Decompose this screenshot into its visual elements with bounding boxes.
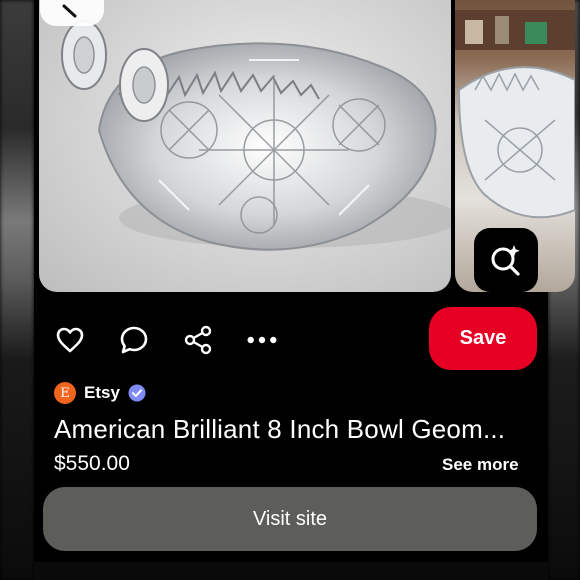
pin-actions <box>54 322 310 358</box>
comment-button[interactable] <box>118 324 150 356</box>
pin-detail: Save E Etsy American Brilliant 8 Inch Bo… <box>34 0 575 580</box>
like-button[interactable] <box>54 324 86 356</box>
bottom-divider <box>34 562 548 580</box>
pin-title: American Brilliant 8 Inch Bowl Geom... <box>54 414 506 444</box>
lens-search-icon <box>491 245 520 276</box>
left-blurred-backdrop <box>0 0 34 580</box>
more-icon <box>247 336 277 344</box>
pin-source[interactable]: E Etsy <box>54 382 146 404</box>
save-button[interactable]: Save <box>429 307 537 370</box>
share-button[interactable] <box>182 324 214 356</box>
crystal-bowl-image <box>61 20 451 251</box>
share-icon <box>184 325 212 355</box>
etsy-logo-icon: E <box>54 382 76 404</box>
visit-site-button[interactable]: Visit site <box>43 487 537 551</box>
visual-search-button[interactable] <box>474 228 538 292</box>
back-button[interactable] <box>40 0 104 26</box>
more-options-button[interactable] <box>246 324 278 356</box>
pin-price: $550.00 <box>54 452 130 475</box>
heart-icon <box>56 327 84 353</box>
comment-icon <box>120 326 148 354</box>
pin-main-image[interactable] <box>39 0 451 292</box>
verified-badge-icon <box>128 384 146 402</box>
see-more-link[interactable]: See more <box>442 455 519 475</box>
chevron-left-icon <box>62 4 77 18</box>
source-name[interactable]: Etsy <box>84 383 120 403</box>
